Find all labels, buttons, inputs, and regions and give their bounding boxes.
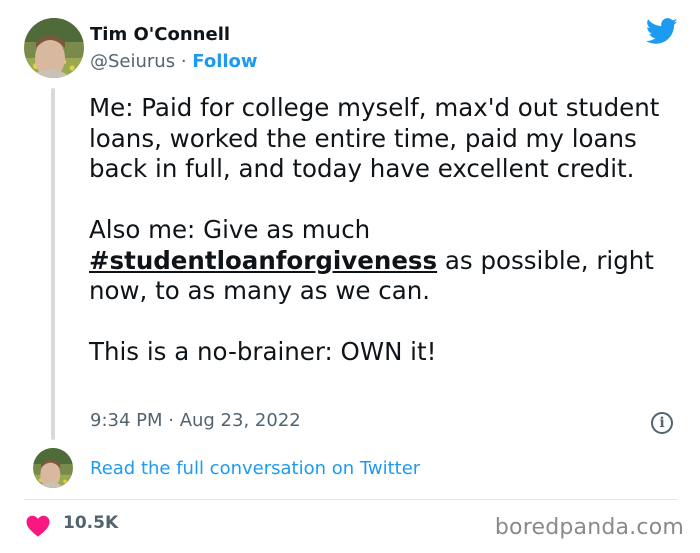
watermark: boredpanda.com <box>494 515 684 540</box>
reply-avatar[interactable] <box>33 448 73 488</box>
tweet-card: Tim O'Connell @Seiurus · Follow Me: Paid… <box>0 0 700 553</box>
heart-icon[interactable] <box>26 515 50 537</box>
author-handle[interactable]: @Seiurus <box>90 51 175 72</box>
like-count[interactable]: 10.5K <box>63 513 118 533</box>
author-name[interactable]: Tim O'Connell <box>90 24 230 45</box>
tweet-text: Me: Paid for college myself, max'd out s… <box>89 93 689 368</box>
tweet-paragraph-3: This is a no-brainer: OWN it! <box>89 337 437 366</box>
tweet-timestamp[interactable]: 9:34 PM · Aug 23, 2022 <box>90 410 301 431</box>
tweet-paragraph-2: Also me: Give as much #studentloanforgiv… <box>89 215 689 307</box>
info-icon[interactable]: i <box>651 412 673 434</box>
meta-separator: · <box>175 51 193 72</box>
divider <box>24 499 677 500</box>
follow-button[interactable]: Follow <box>192 51 257 72</box>
twitter-bird-icon[interactable] <box>645 18 678 45</box>
thread-connector-line <box>51 88 55 440</box>
author-avatar[interactable] <box>24 18 84 78</box>
hashtag-link[interactable]: #studentloanforgiveness <box>89 246 437 275</box>
tweet-paragraph-1: Me: Paid for college myself, max'd out s… <box>89 93 660 183</box>
read-conversation-link[interactable]: Read the full conversation on Twitter <box>90 458 420 479</box>
author-meta: @Seiurus · Follow <box>90 51 258 72</box>
tweet-paragraph-2-prefix: Also me: Give as much <box>89 215 371 244</box>
